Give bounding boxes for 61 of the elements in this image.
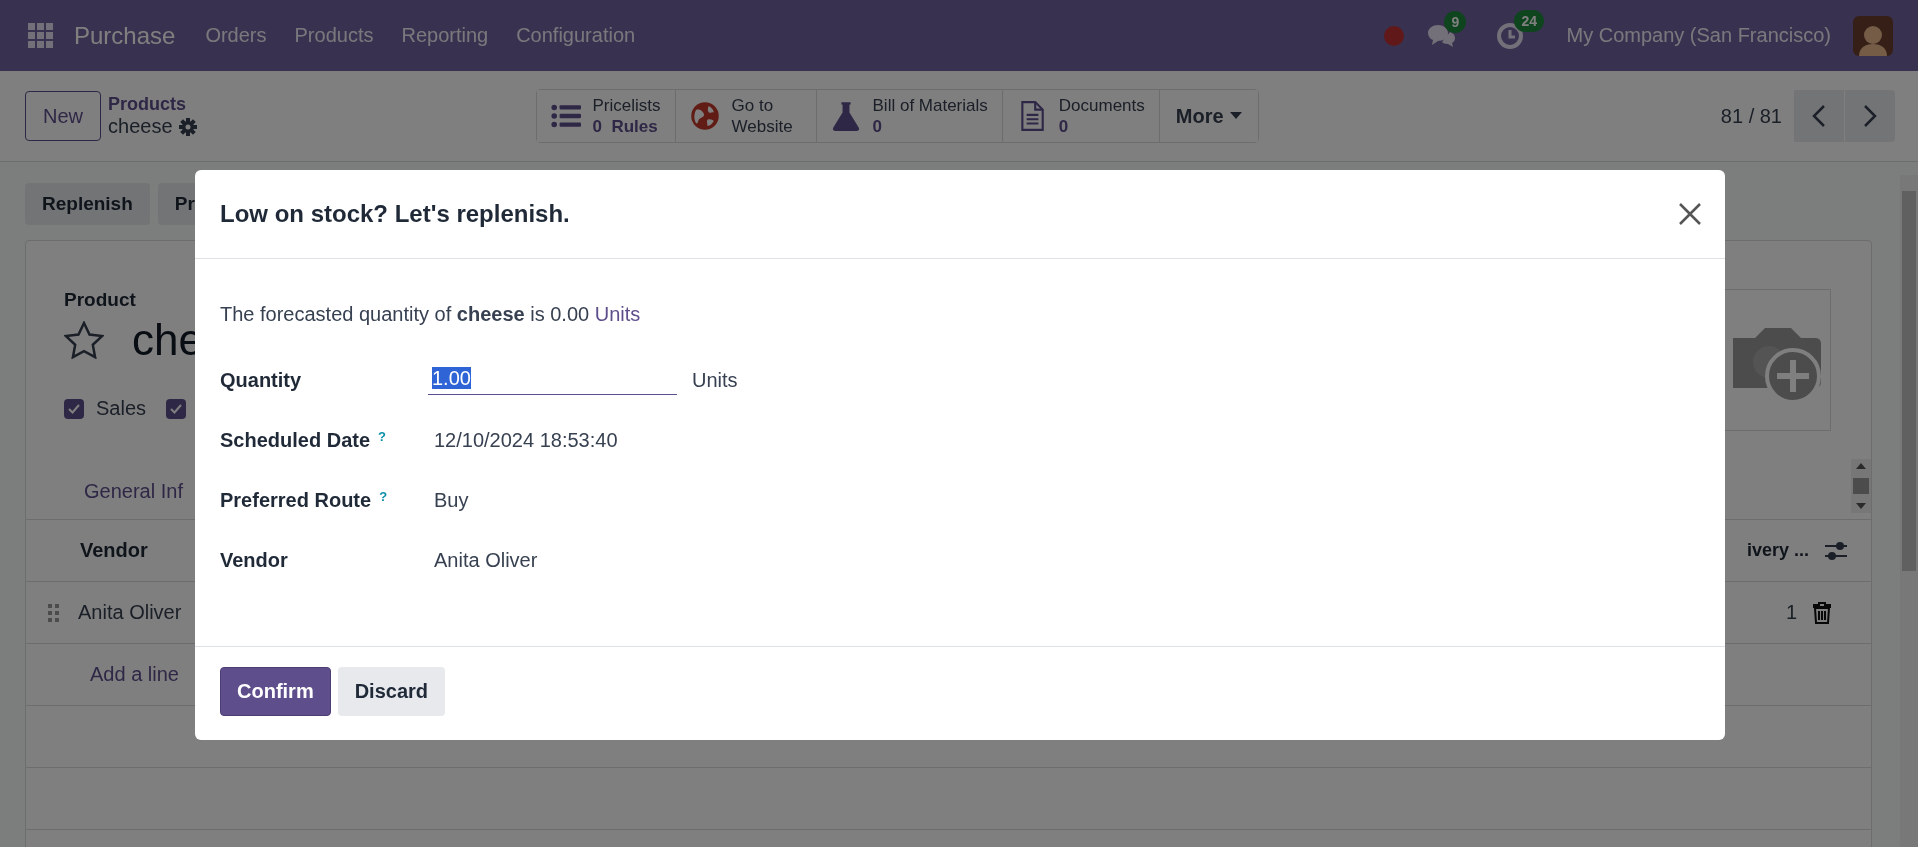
page-scrollbar[interactable] [1900, 175, 1918, 847]
star-icon[interactable] [64, 321, 104, 359]
menu-item[interactable]: Reporting [401, 24, 489, 47]
forecast-message: The forecasted quantity of cheese is 0.00 [220, 303, 590, 325]
activity-count-badge: 24 [1514, 9, 1545, 32]
checkbox[interactable] [166, 398, 187, 419]
new-button[interactable]: New [25, 91, 101, 141]
field-label: Scheduled Date [220, 428, 371, 452]
notebook-tab[interactable]: General Inf [78, 478, 189, 504]
dialog-title: Low on stock? Let's replenish. [220, 200, 570, 228]
menu-item[interactable]: Configuration [516, 24, 636, 47]
confirm-button[interactable]: Confirm [220, 667, 331, 716]
status-dot-icon[interactable] [1384, 25, 1405, 46]
gear-icon[interactable] [178, 117, 197, 136]
scroll-up-icon[interactable] [1856, 463, 1866, 469]
trash-icon[interactable] [1813, 601, 1831, 624]
checkmark-icon [68, 403, 80, 414]
field-label: Vendor [220, 548, 288, 572]
flask-icon [830, 101, 861, 131]
help-tooltip[interactable]: ? [379, 488, 388, 504]
unit-label: Units [692, 368, 738, 392]
breadcrumb-current: cheese [108, 115, 173, 138]
tab-scrollbar[interactable] [1851, 459, 1871, 513]
user-avatar[interactable] [1853, 15, 1893, 56]
company-name[interactable]: My Company (San Francisco) [1566, 24, 1831, 47]
apps-menu-icon[interactable] [28, 22, 54, 49]
discard-button[interactable]: Discard [337, 667, 446, 716]
message-count-badge: 9 [1444, 10, 1467, 33]
globe-icon [689, 101, 720, 131]
add-line-link[interactable]: Add a line [90, 663, 179, 686]
field-label: Quantity [220, 368, 302, 392]
stat-button[interactable]: Pricelists 0 Rules [536, 90, 676, 142]
previous-button[interactable] [1794, 90, 1844, 142]
caret-icon [1229, 112, 1242, 120]
drag-handle-icon[interactable] [48, 603, 60, 622]
table-cell: Anita Oliver [78, 601, 182, 624]
unit-link[interactable]: Units [594, 303, 641, 325]
field-value[interactable]: Buy [428, 488, 469, 512]
help-tooltip[interactable]: ? [378, 428, 386, 444]
column-header[interactable]: Vendor [80, 539, 148, 562]
app-name[interactable]: Purchase [74, 21, 176, 50]
menu-item[interactable]: Orders [205, 24, 267, 47]
field-value[interactable]: Anita Oliver [428, 548, 538, 572]
next-button[interactable] [1845, 90, 1895, 142]
checkbox-label[interactable]: Sales [96, 397, 147, 420]
checkbox[interactable] [64, 398, 84, 419]
checkmark-icon [170, 403, 183, 414]
action-button[interactable]: Replenish [25, 183, 150, 225]
chevron-left-icon [1812, 105, 1826, 127]
table-cell: 1 [1785, 601, 1797, 624]
chevron-right-icon [1863, 105, 1877, 127]
sliders-icon[interactable] [1825, 540, 1847, 561]
field-label: Product [64, 289, 137, 311]
field-value[interactable]: 12/10/2024 18:53:40 [428, 428, 618, 452]
pager-counter: 81 / 81 [1720, 104, 1782, 128]
breadcrumb-link[interactable]: Products [108, 94, 197, 115]
field-label: Preferred Route [220, 488, 372, 512]
menu-item[interactable]: Products [294, 24, 374, 47]
column-header[interactable]: ivery ... [1746, 540, 1809, 561]
scroll-down-icon[interactable] [1856, 503, 1866, 509]
quantity-field[interactable]: 1.00 [428, 365, 677, 395]
